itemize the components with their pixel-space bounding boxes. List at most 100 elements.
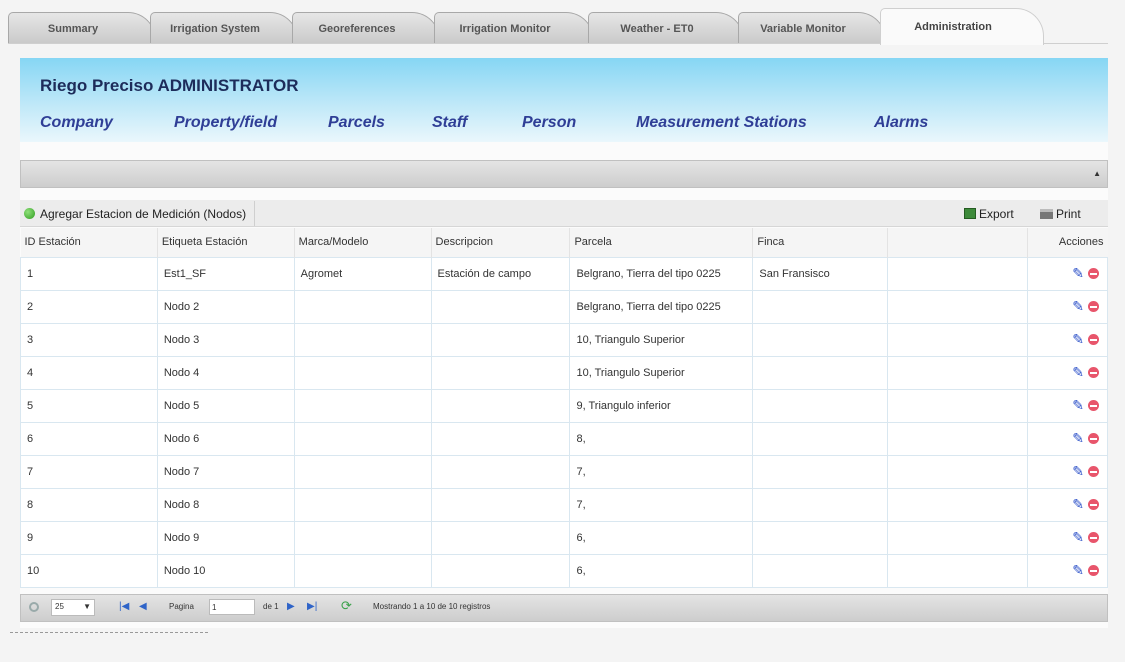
table-row[interactable]: 2 Nodo 2 Belgrano, Tierra del tipo 0225 ✎ (20, 289, 1108, 324)
delete-icon[interactable] (1088, 367, 1099, 378)
tab-bar: Summary Irrigation System Georeferences … (8, 8, 1108, 45)
delete-icon[interactable] (1088, 268, 1099, 279)
table-cell: Est1_SF (156, 256, 295, 291)
edit-pencil-icon[interactable]: ✎ (1072, 331, 1084, 348)
first-page-icon[interactable]: |◀ (119, 601, 129, 612)
nav-property-field[interactable]: Property/field (174, 114, 328, 132)
table-cell: Belgrano, Tierra del tipo 0225 (569, 289, 754, 324)
table-cell (887, 520, 1029, 555)
add-station-button[interactable]: Agregar Estacion de Medición (Nodos) (20, 201, 256, 226)
table-cell: 9 (20, 520, 158, 555)
nav-parcels[interactable]: Parcels (328, 114, 432, 132)
delete-icon[interactable] (1088, 433, 1099, 444)
column-header (887, 228, 1029, 257)
table-row[interactable]: 10 Nodo 10 6, ✎ (20, 553, 1108, 588)
table-cell (752, 388, 889, 423)
column-header[interactable]: Descripcion (431, 228, 571, 257)
table-row[interactable]: 8 Nodo 8 7, ✎ (20, 487, 1108, 522)
tab-variable-monitor[interactable]: Variable Monitor (738, 12, 886, 44)
table-cell (752, 355, 889, 390)
nav-company[interactable]: Company (40, 114, 174, 132)
next-page-icon[interactable]: ▶ (287, 601, 295, 612)
excel-icon (964, 208, 976, 219)
edit-pencil-icon[interactable]: ✎ (1072, 430, 1084, 447)
tab-irrigation-monitor[interactable]: Irrigation Monitor (434, 12, 594, 44)
edit-pencil-icon[interactable]: ✎ (1072, 397, 1084, 414)
chevron-down-icon: ▼ (83, 602, 91, 611)
refresh-icon[interactable]: ⟳ (341, 598, 352, 614)
row-actions: ✎ (1027, 454, 1108, 489)
pager-bar: 25 ▼ |◀ ◀ Pagina de 1 ▶ ▶| ⟳ Mostrando 1… (20, 594, 1108, 622)
edit-pencil-icon[interactable]: ✎ (1072, 265, 1084, 282)
edit-pencil-icon[interactable]: ✎ (1072, 298, 1084, 315)
column-header[interactable]: Etiqueta Estación (157, 228, 295, 257)
column-header[interactable]: Finca (752, 228, 889, 257)
edit-pencil-icon[interactable]: ✎ (1072, 496, 1084, 513)
collapse-arrow-icon[interactable]: ▲ (1093, 169, 1101, 178)
delete-icon[interactable] (1088, 499, 1099, 510)
table-cell: Nodo 8 (156, 487, 295, 522)
table-cell (887, 256, 1029, 291)
table-cell (293, 487, 432, 522)
table-cell (293, 520, 432, 555)
page-label: Pagina (169, 602, 194, 611)
row-actions: ✎ (1027, 322, 1108, 357)
search-icon[interactable] (29, 602, 39, 612)
delete-icon[interactable] (1088, 466, 1099, 477)
table-cell (887, 553, 1029, 588)
table-cell (752, 322, 889, 357)
table-row[interactable]: 5 Nodo 5 9, Triangulo inferior ✎ (20, 388, 1108, 423)
table-cell: 8, (569, 421, 754, 456)
delete-icon[interactable] (1088, 301, 1099, 312)
row-actions: ✎ (1027, 487, 1108, 522)
table-cell (293, 322, 432, 357)
table-row[interactable]: 1 Est1_SF Agromet Estación de campo Belgrano… (20, 256, 1108, 291)
table-row[interactable]: 3 Nodo 3 10, Triangulo Superior ✎ (20, 322, 1108, 357)
table-cell: San Fransisco (752, 256, 889, 291)
table-cell (430, 553, 571, 588)
delete-icon[interactable] (1088, 532, 1099, 543)
column-header[interactable]: Parcela (569, 228, 754, 257)
row-actions: ✎ (1027, 256, 1108, 291)
edit-pencil-icon[interactable]: ✎ (1072, 364, 1084, 381)
page-number-input[interactable] (209, 599, 255, 615)
page-size-select[interactable]: 25 ▼ (51, 599, 95, 616)
nav-measurement-stations[interactable]: Measurement Stations (636, 114, 874, 132)
edit-pencil-icon[interactable]: ✎ (1072, 529, 1084, 546)
delete-icon[interactable] (1088, 334, 1099, 345)
table-row[interactable]: 4 Nodo 4 10, Triangulo Superior ✎ (20, 355, 1108, 390)
export-button[interactable]: Export (964, 201, 1014, 226)
column-header[interactable]: ID Estación (20, 228, 158, 257)
table-cell (430, 322, 571, 357)
nav-alarms[interactable]: Alarms (874, 114, 954, 132)
delete-icon[interactable] (1088, 565, 1099, 576)
delete-icon[interactable] (1088, 400, 1099, 411)
nav-staff[interactable]: Staff (432, 114, 522, 132)
print-button[interactable]: Print (1040, 201, 1081, 226)
last-page-icon[interactable]: ▶| (307, 601, 317, 612)
table-row[interactable]: 7 Nodo 7 7, ✎ (20, 454, 1108, 489)
table-cell (293, 454, 432, 489)
tab-administration[interactable]: Administration (880, 8, 1044, 45)
column-header[interactable]: Marca/Modelo (294, 228, 432, 257)
row-actions: ✎ (1027, 520, 1108, 555)
table-cell (887, 289, 1029, 324)
table-row[interactable]: 6 Nodo 6 8, ✎ (20, 421, 1108, 456)
table-row[interactable]: 9 Nodo 9 6, ✎ (20, 520, 1108, 555)
table-cell (752, 421, 889, 456)
admin-nav: Company Property/field Parcels Staff Per… (40, 114, 954, 132)
tab-summary[interactable]: Summary (8, 12, 156, 44)
tab-irrigation-system[interactable]: Irrigation System (150, 12, 298, 44)
table-cell: Nodo 5 (156, 388, 295, 423)
edit-pencil-icon[interactable]: ✎ (1072, 463, 1084, 480)
row-actions: ✎ (1027, 388, 1108, 423)
edit-pencil-icon[interactable]: ✎ (1072, 562, 1084, 579)
previous-page-icon[interactable]: ◀ (139, 601, 147, 612)
tab-georeferences[interactable]: Georeferences (292, 12, 440, 44)
table-cell (752, 487, 889, 522)
records-info: Mostrando 1 a 10 de 10 registros (373, 602, 491, 611)
nav-person[interactable]: Person (522, 114, 636, 132)
tab-weather-et0[interactable]: Weather - ET0 (588, 12, 744, 44)
table-cell (430, 487, 571, 522)
table-cell (430, 421, 571, 456)
